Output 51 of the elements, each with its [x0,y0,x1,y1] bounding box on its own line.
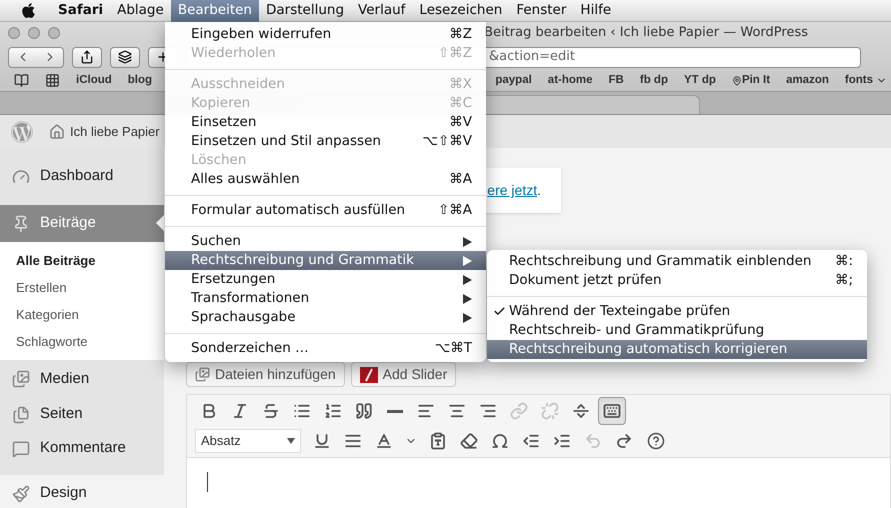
menu-item[interactable]: Eingeben widerrufen ⌘Z [165,25,486,44]
menu-item[interactable]: Alles auswählen ⌘A [165,170,486,189]
format-select[interactable]: Absatz [195,429,301,453]
site-title-link[interactable]: Ich liebe Papier [70,122,160,142]
menu-item[interactable]: Rechtschreibung automatisch korrigieren [487,340,867,359]
bookmark-link[interactable]: blog [128,72,152,90]
submenu-link[interactable]: Schlagworte [0,328,164,355]
menu-item[interactable]: Transformationen [165,289,486,308]
sidebar-item[interactable]: Kommentare [0,431,164,466]
submenu-link[interactable]: Alle Beiträge [0,247,164,274]
bookmark-link[interactable]: fb dp [640,72,668,90]
bookmark-link[interactable]: fonts [844,72,887,90]
media-button[interactable]: Add Slider [350,362,456,387]
submenu-link[interactable]: Erstellen [0,274,164,301]
menu-bar-item[interactable]: Verlauf [351,0,412,22]
menu-item[interactable]: Während der Texteingabe prüfen [487,302,867,321]
sidebar-item[interactable]: Design [0,466,164,508]
sidebar-item[interactable]: Dashboard [0,148,164,205]
bookmark-link[interactable]: at-home [548,72,593,90]
notice-text: ere jetzt. [487,181,541,200]
bookmark-link[interactable]: FB [608,72,624,90]
menu-item[interactable]: Rechtschreib- und Grammatikprüfung [487,321,867,340]
window-title: Beitrag bearbeiten ‹ Ich liebe Papier — WordPress [484,24,808,42]
menu-item[interactable]: Formular automatisch ausfüllen ⇧⌘A [165,201,486,220]
menu-bar-item[interactable]: Hilfe [573,0,618,22]
update-link[interactable]: ere jetzt [487,182,538,198]
menu-item[interactable]: Rechtschreibung und Grammatik [165,251,486,270]
submenu-link[interactable]: Kategorien [0,301,164,328]
menu-item[interactable]: Rechtschreibung und Grammatik einblenden ⌘: [487,252,867,271]
menu-bar-item[interactable]: Safari [51,0,110,22]
menu-item[interactable]: Suchen [165,232,486,251]
bookmark-link[interactable]: Pin It [732,72,770,90]
menu-bar-item[interactable]: Bearbeiten [170,0,259,22]
sidebar-item[interactable]: Medien [0,360,164,398]
sidebar-item[interactable]: Beiträge [0,205,164,242]
menu-item[interactable]: Sonderzeichen … ⌥⌘T [165,339,486,358]
menu-item[interactable]: Dokument jetzt prüfen ⌘; [487,271,867,290]
bookmark-link[interactable]: YT dp [684,72,716,90]
bookmark-link[interactable]: iCloud [76,72,112,90]
menu-bar-item[interactable]: Darstellung [258,0,352,22]
menu-item[interactable]: Ersetzungen [165,270,486,289]
menu-bar-item[interactable]: Ablage [110,0,171,22]
menu-item[interactable]: Einsetzen ⌘V [165,113,486,132]
menu-item[interactable]: Einsetzen und Stil anpassen ⌥⇧⌘V [165,132,486,151]
sidebar-item[interactable]: Seiten [0,398,164,431]
bookmark-link[interactable]: paypal [495,72,532,90]
bookmark-link[interactable]: amazon [786,72,829,90]
menu-item[interactable]: Sprachausgabe [165,308,486,327]
media-button[interactable]: Dateien hinzufügen [186,362,345,387]
menu-bar-item[interactable]: Fenster [509,0,574,22]
menu-bar-item[interactable]: Lesezeichen [412,0,510,22]
